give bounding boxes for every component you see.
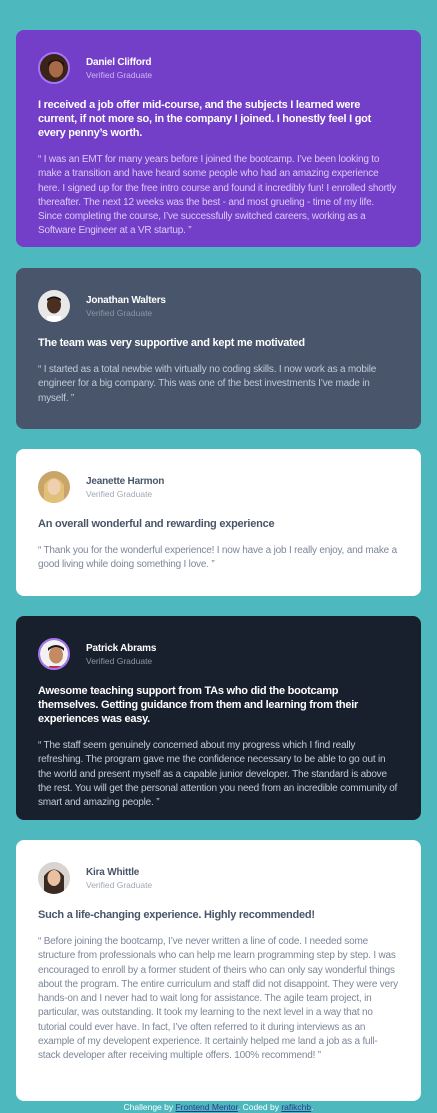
testimonial-quote: “ Before joining the bootcamp, I’ve neve… bbox=[38, 936, 398, 1062]
avatar-kira-icon bbox=[38, 862, 70, 894]
card-header: Patrick Abrams Verified Graduate bbox=[38, 638, 399, 670]
author-info: Patrick Abrams Verified Graduate bbox=[86, 642, 156, 667]
avatar-jonathan-icon bbox=[38, 290, 70, 322]
author-status: Verified Graduate bbox=[86, 69, 153, 80]
card-header: Daniel Clifford Verified Graduate bbox=[38, 52, 399, 84]
card-header: Kira Whittle Verified Graduate bbox=[38, 862, 399, 894]
author-name: Jonathan Walters bbox=[86, 294, 166, 306]
frontend-mentor-link[interactable]: Frontend Mentor bbox=[175, 1102, 237, 1112]
testimonial-card-jeanette: Jeanette Harmon Verified Graduate An ove… bbox=[16, 449, 421, 596]
avatar-jeanette-icon bbox=[38, 471, 70, 503]
author-name: Patrick Abrams bbox=[86, 642, 157, 654]
testimonial-quote: “ Thank you for the wonderful experience… bbox=[38, 545, 397, 571]
footer-prefix: Challenge by bbox=[123, 1102, 176, 1112]
testimonial-card-jonathan: Jonathan Walters Verified Graduate The t… bbox=[16, 268, 421, 429]
avatar-patrick-icon bbox=[38, 638, 70, 670]
card-header: Jeanette Harmon Verified Graduate bbox=[38, 471, 399, 503]
testimonial-headline: The team was very supportive and kept me… bbox=[38, 337, 305, 349]
author-info: Jonathan Walters Verified Graduate bbox=[86, 294, 166, 319]
author-status: Verified Graduate bbox=[86, 488, 153, 499]
testimonial-headline: An overall wonderful and rewarding exper… bbox=[38, 518, 275, 530]
attribution-footer: Challenge by Frontend Mentor. Coded by r… bbox=[0, 1101, 437, 1113]
author-info: Daniel Clifford Verified Graduate bbox=[86, 56, 152, 81]
testimonial-headline: Awesome teaching support from TAs who di… bbox=[38, 685, 359, 725]
author-status: Verified Graduate bbox=[86, 879, 153, 890]
testimonial-card-kira: Kira Whittle Verified Graduate Such a li… bbox=[16, 840, 421, 1101]
testimonial-headline: Such a life-changing experience. Highly … bbox=[38, 909, 315, 921]
author-status: Verified Graduate bbox=[86, 655, 153, 666]
author-name: Kira Whittle bbox=[86, 866, 140, 878]
card-header: Jonathan Walters Verified Graduate bbox=[38, 290, 399, 322]
author-info: Kira Whittle Verified Graduate bbox=[86, 866, 152, 891]
testimonial-quote: “ The staff seem genuinely concerned abo… bbox=[38, 740, 398, 809]
testimonial-headline: I received a job offer mid-course, and t… bbox=[38, 99, 372, 139]
footer-suffix: . bbox=[311, 1102, 314, 1112]
author-info: Jeanette Harmon Verified Graduate bbox=[86, 475, 164, 500]
footer-middle: . Coded by bbox=[237, 1102, 282, 1112]
testimonial-card-patrick: Patrick Abrams Verified Graduate Awesome… bbox=[16, 616, 421, 820]
author-link[interactable]: rafikchb bbox=[281, 1102, 311, 1112]
avatar-daniel-icon bbox=[38, 52, 70, 84]
testimonial-quote: “ I was an EMT for many years before I j… bbox=[38, 154, 397, 237]
testimonial-quote: “ I started as a total newbie with virtu… bbox=[38, 364, 377, 404]
testimonial-card-daniel: Daniel Clifford Verified Graduate I rece… bbox=[16, 30, 421, 247]
author-name: Daniel Clifford bbox=[86, 56, 152, 68]
author-name: Jeanette Harmon bbox=[86, 475, 165, 487]
author-status: Verified Graduate bbox=[86, 307, 153, 318]
